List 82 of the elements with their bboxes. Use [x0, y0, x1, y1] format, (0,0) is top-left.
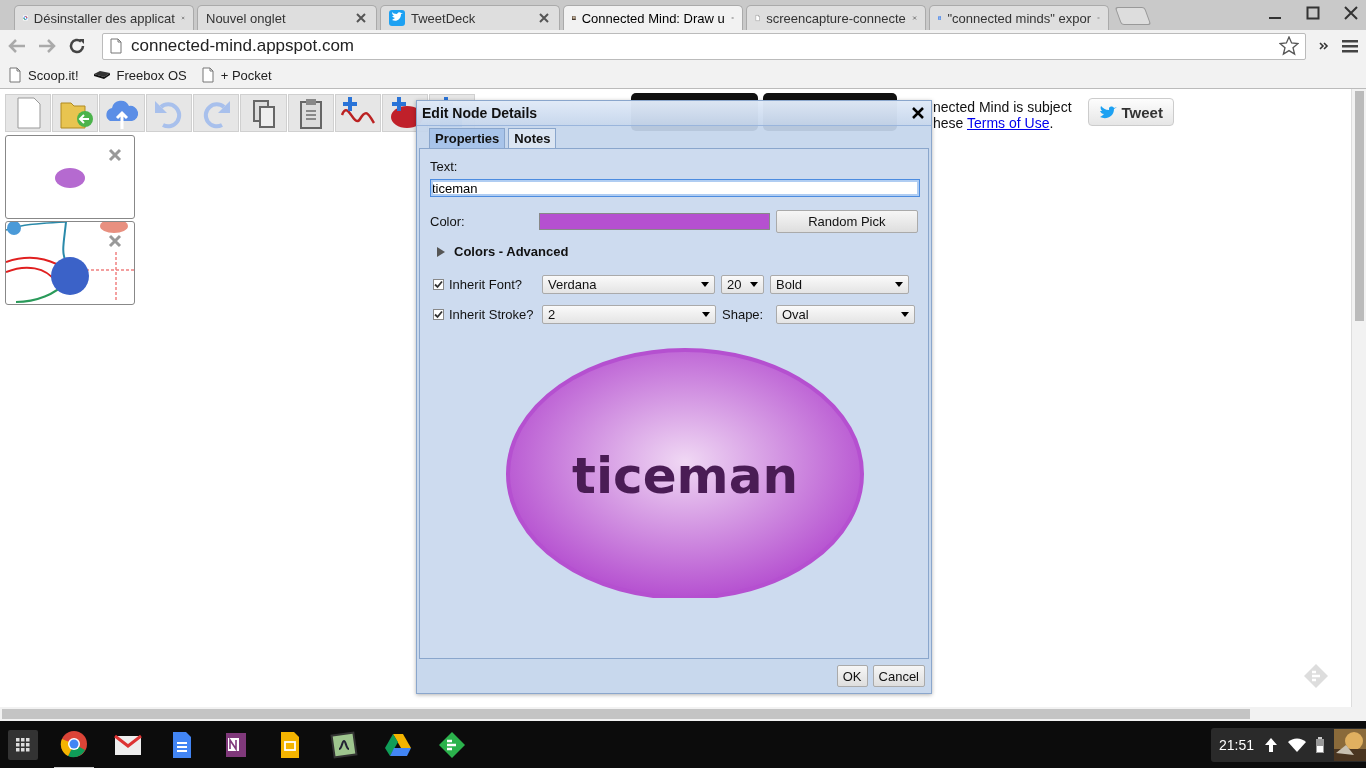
dropdown-value: Bold	[776, 277, 803, 292]
expander-arrow-icon[interactable]	[436, 245, 446, 258]
bookmark[interactable]: Freebox OS	[92, 67, 187, 83]
tab-title: "connected minds" expor	[947, 10, 1092, 26]
dialog-title: Edit Node Details	[422, 105, 538, 121]
wifi-icon	[1288, 738, 1306, 752]
copy-button[interactable]	[240, 94, 287, 132]
add-line-button[interactable]	[334, 94, 381, 132]
page-icon	[200, 67, 215, 83]
reload-icon[interactable]	[68, 37, 86, 55]
status-tray[interactable]: 21:51	[1210, 728, 1366, 762]
bookmark[interactable]: Scoop.it!	[8, 67, 79, 83]
scroll-thumb[interactable]	[1355, 91, 1364, 321]
url-text: connected-mind.appspot.com	[131, 36, 355, 56]
wave-tile-icon	[330, 731, 358, 759]
chrome-icon	[60, 730, 88, 758]
field-label: Text:	[430, 159, 459, 174]
color-swatch[interactable]	[539, 213, 770, 230]
scrollbar[interactable]	[1351, 89, 1366, 707]
field-label: Shape:	[722, 307, 765, 322]
dialog-button[interactable]: OK	[836, 665, 868, 687]
clipboard-button[interactable]	[287, 94, 334, 132]
notice-text: .	[1049, 115, 1054, 131]
maximize-icon[interactable]	[1306, 6, 1320, 20]
checkbox-label: Inherit Font?	[449, 277, 522, 292]
section-toggle[interactable]: Colors - Advanced	[454, 244, 569, 259]
page-icon	[109, 38, 123, 54]
dropdown-value: Verdana	[548, 277, 597, 292]
tab-title: Connected Mind: Draw u	[581, 10, 725, 26]
page-icon	[8, 67, 22, 83]
browser-tab[interactable]: screencapture-connecte	[746, 5, 926, 30]
dropdown-value: 2	[548, 307, 556, 322]
feedly-icon	[438, 731, 466, 759]
dropdown-arrow-icon	[895, 282, 903, 287]
address-bar[interactable]: connected-mind.appspot.com	[102, 32, 1306, 60]
notice-text: nected Mind is subject	[933, 99, 1072, 115]
browser-tab[interactable]: TweetDeck	[380, 5, 560, 30]
menu-icon[interactable]	[1342, 38, 1358, 54]
browser-tab[interactable]: Désinstaller des applicat	[14, 5, 194, 30]
dialog-button[interactable]: Cancel	[872, 665, 925, 687]
text-field[interactable]: ticeman	[430, 179, 920, 197]
checkbox-label: Inherit Stroke?	[449, 307, 534, 322]
scroll-thumb[interactable]	[2, 709, 1250, 719]
drive-icon	[384, 731, 412, 759]
cloud-upload-button[interactable]	[99, 94, 146, 132]
tab-title: Nouvel onglet	[206, 10, 286, 26]
dropdown-arrow-icon	[750, 282, 758, 287]
dropdown-value: 20	[727, 277, 742, 292]
grid-icon	[16, 738, 30, 752]
checkbox[interactable]	[433, 279, 444, 290]
random-pick-button[interactable]: Random Pick	[775, 210, 918, 233]
upload-icon	[1264, 737, 1278, 753]
launcher-button[interactable]	[8, 730, 38, 760]
chevron-icon[interactable]	[1318, 40, 1330, 52]
dropdown-value: Oval	[782, 307, 809, 322]
clock-time: 21:51	[1218, 737, 1254, 753]
checkbox[interactable]	[433, 309, 444, 320]
browser-tab[interactable]: Connected Mind: Draw u	[563, 5, 743, 30]
dropdown-arrow-icon	[701, 282, 709, 287]
map-thumbnail[interactable]	[5, 135, 135, 219]
bird-icon	[1098, 104, 1117, 120]
notice-text: hese	[933, 115, 965, 131]
tab-title: Désinstaller des applicat	[33, 10, 175, 26]
tab-title: TweetDeck	[411, 10, 476, 26]
node-label: ticeman	[572, 447, 798, 505]
bird-icon	[389, 10, 405, 26]
scrollbar[interactable]	[0, 707, 1366, 721]
node-drawing	[55, 168, 85, 188]
dropdown-arrow-icon	[901, 312, 909, 317]
dialog-tab[interactable]: Properties	[429, 128, 506, 148]
battery-icon	[1316, 737, 1324, 753]
field-label: Color:	[430, 214, 466, 229]
browser-tab[interactable]: Nouvel onglet	[197, 5, 377, 30]
dialog-tab[interactable]: Notes	[508, 128, 557, 148]
dropdown-arrow-icon	[702, 312, 710, 317]
tab-title: screencapture-connecte	[766, 10, 906, 26]
tweet-button[interactable]: Tweet	[1087, 98, 1174, 126]
browser-tab[interactable]: "connected minds" expor	[929, 5, 1109, 30]
star-icon[interactable]	[1279, 36, 1299, 56]
folder-button[interactable]	[52, 94, 99, 132]
bookmark[interactable]: + Pocket	[200, 67, 272, 83]
router-icon	[92, 70, 111, 80]
